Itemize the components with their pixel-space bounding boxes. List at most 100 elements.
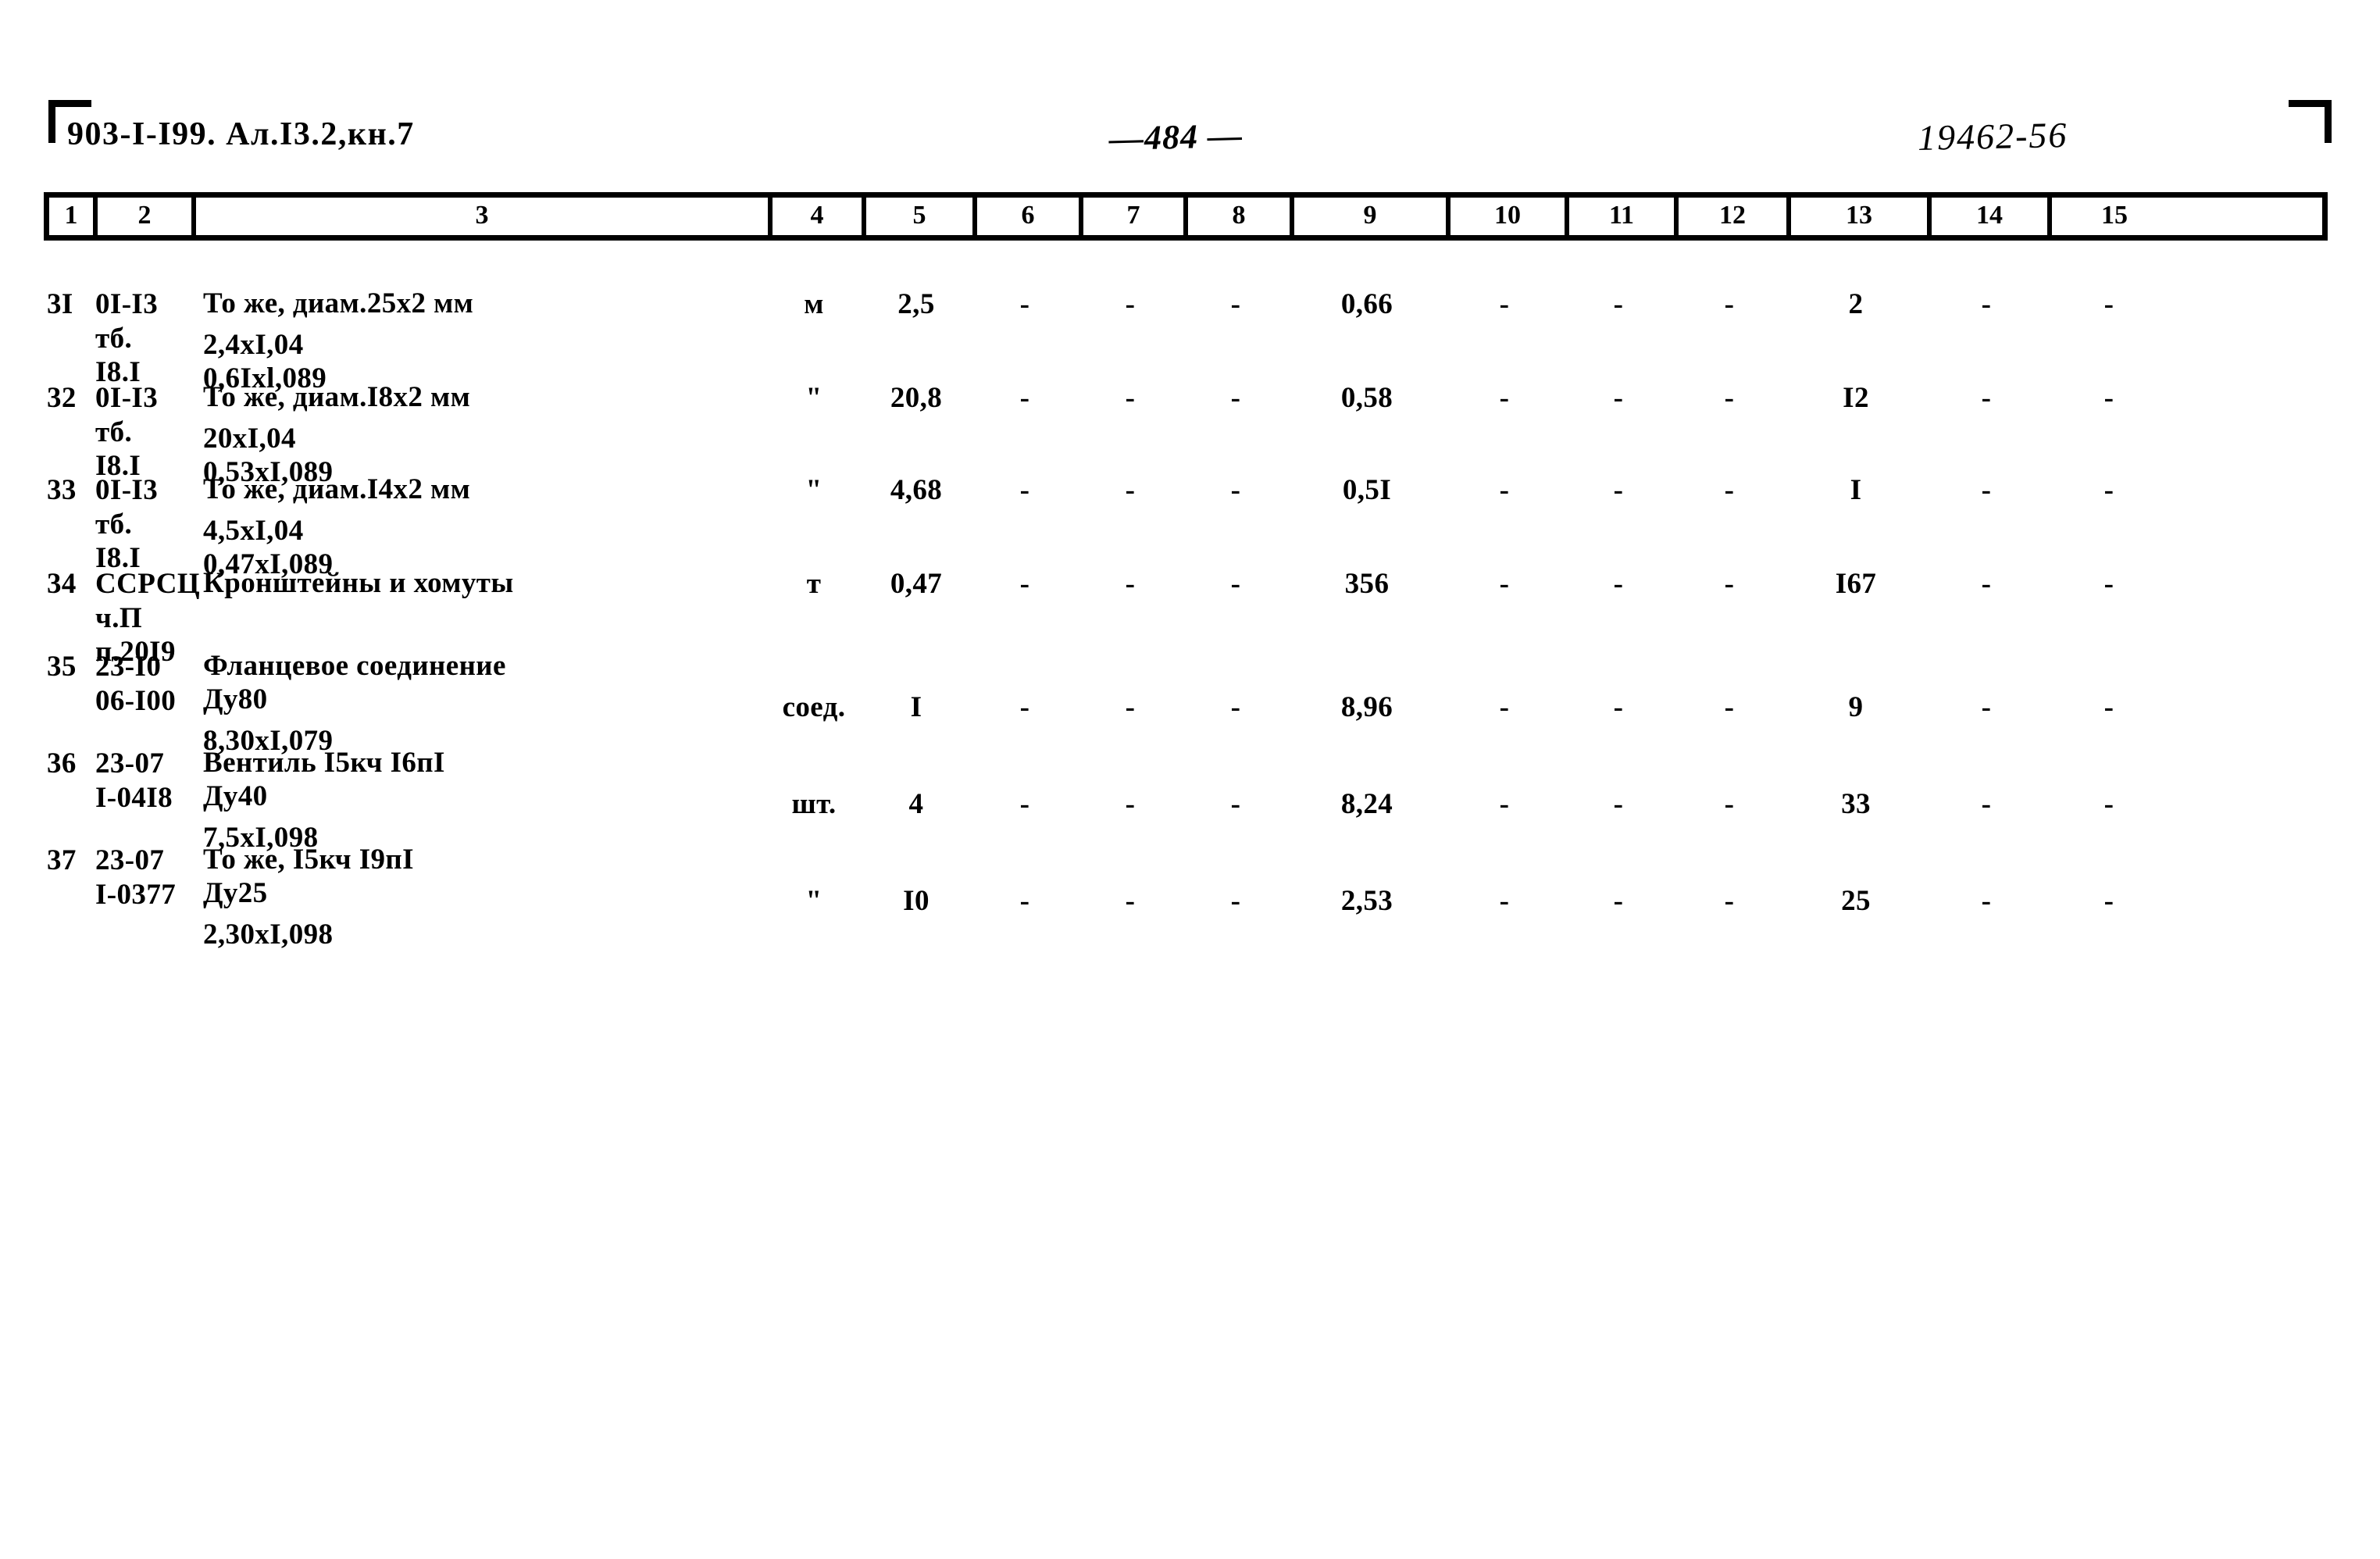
row-price-code: 0I-I3 тб. I8.I	[95, 288, 159, 389]
row-description-main: Вентиль I5кч I6пI Ду40	[203, 747, 445, 812]
row-col-8: -	[1230, 288, 1241, 320]
table-row: 37 23-07 I-0377 То же, I5кч I9пI Ду25 2,30х…	[44, 844, 2328, 952]
row-description: То же, I5кч I9пI Ду25 2,30хI,098	[191, 844, 767, 952]
page-number: —484 —	[1108, 116, 1244, 159]
row-col-15: -	[2103, 568, 2114, 600]
row-col-9: 2,53	[1340, 885, 1393, 917]
row-col-14: -	[1981, 691, 1992, 723]
row-number: 3I	[47, 288, 73, 320]
row-col-7: -	[1125, 382, 1136, 414]
row-col-9: 356	[1344, 568, 1390, 600]
row-number: 34	[47, 568, 77, 600]
corner-mark-top-right	[2289, 100, 2332, 143]
row-description: То же, диам.25х2 мм 2,4хI,04 0,6Iхl,089	[191, 287, 767, 396]
column-number-6: 6	[977, 198, 1083, 235]
row-description-main: То же, диам.I8х2 мм	[203, 381, 471, 413]
column-number-5: 5	[866, 198, 977, 235]
row-col-15: -	[2103, 691, 2114, 723]
row-col-8: -	[1230, 474, 1241, 506]
row-col-10: -	[1499, 474, 1510, 506]
row-description: Кронштейны и хомуты	[191, 567, 767, 601]
row-col-14: -	[1981, 382, 1992, 414]
row-col-14: -	[1981, 568, 1992, 600]
row-price-code: 23-07 I-04I8	[95, 747, 173, 814]
column-number-12: 12	[1679, 198, 1791, 235]
archive-code: 19462-56	[1917, 114, 2068, 159]
row-col-12: -	[1724, 474, 1735, 506]
table-row: 33 0I-I3 тб. I8.I То же, диам.I4х2 мм 4,5хI…	[44, 473, 2328, 582]
row-col-12: -	[1724, 382, 1735, 414]
row-col-12: -	[1724, 568, 1735, 600]
row-col-7: -	[1125, 885, 1136, 917]
row-unit: "	[805, 382, 822, 414]
row-col-10: -	[1499, 691, 1510, 723]
row-col-8: -	[1230, 885, 1241, 917]
row-col-15: -	[2103, 885, 2114, 917]
row-col-7: -	[1125, 474, 1136, 506]
column-number-3: 3	[196, 198, 773, 235]
row-price-code: 23-07 I-0377	[95, 844, 177, 911]
row-col-13: I67	[1835, 568, 1877, 600]
row-unit: "	[805, 885, 822, 917]
row-quantity: I	[910, 691, 922, 723]
row-price-code: 0I-I3 тб. I8.I	[95, 382, 159, 483]
row-description: Фланцевое соединение Ду80 8,30хI,079	[191, 650, 767, 758]
row-quantity: 4,68	[890, 474, 943, 506]
row-col-6: -	[1019, 474, 1030, 506]
row-number: 36	[47, 747, 77, 780]
row-col-12: -	[1724, 691, 1735, 723]
row-description-main: Кронштейны и хомуты	[203, 567, 514, 599]
row-col-15: -	[2103, 474, 2114, 506]
column-number-11: 11	[1569, 198, 1679, 235]
row-number: 33	[47, 474, 77, 506]
column-number-8: 8	[1188, 198, 1294, 235]
row-col-7: -	[1125, 788, 1136, 820]
row-col-8: -	[1230, 788, 1241, 820]
row-quantity: 2,5	[897, 288, 935, 320]
column-number-4: 4	[773, 198, 866, 235]
document-code: 903-I-I99. Ал.I3.2,кн.7	[67, 116, 415, 152]
row-col-8: -	[1230, 568, 1241, 600]
row-quantity: 0,47	[890, 568, 943, 600]
row-col-11: -	[1613, 885, 1624, 917]
row-col-11: -	[1613, 788, 1624, 820]
row-col-14: -	[1981, 885, 1992, 917]
column-number-7: 7	[1083, 198, 1188, 235]
table-row: 35 23-I0 06-I00 Фланцевое соединение Ду80 8…	[44, 650, 2328, 758]
row-col-9: 0,58	[1340, 382, 1393, 414]
row-col-6: -	[1019, 382, 1030, 414]
row-number: 35	[47, 651, 77, 683]
row-unit: соед.	[782, 691, 846, 723]
row-quantity: 4	[908, 788, 924, 820]
row-col-6: -	[1019, 788, 1030, 820]
row-description: То же, диам.I4х2 мм 4,5хI,04 0,47хI,089	[191, 473, 767, 582]
row-col-11: -	[1613, 474, 1624, 506]
table-column-header: 1 2 3 4 5 6 7 8 9 10 11 12 13 14 15	[44, 192, 2328, 241]
row-col-7: -	[1125, 568, 1136, 600]
row-col-9: 8,24	[1340, 788, 1393, 820]
row-col-9: 0,66	[1340, 288, 1393, 320]
row-col-15: -	[2103, 288, 2114, 320]
row-col-6: -	[1019, 568, 1030, 600]
row-col-11: -	[1613, 382, 1624, 414]
row-col-11: -	[1613, 288, 1624, 320]
row-description: Вентиль I5кч I6пI Ду40 7,5хI,098	[191, 747, 767, 855]
row-unit: м	[804, 288, 824, 320]
column-number-2: 2	[98, 198, 196, 235]
row-col-7: -	[1125, 691, 1136, 723]
table-row: 36 23-07 I-04I8 Вентиль I5кч I6пI Ду40 7,5х…	[44, 747, 2328, 855]
row-price-code: 0I-I3 тб. I8.I	[95, 474, 159, 575]
row-number: 37	[47, 844, 77, 876]
row-number: 32	[47, 382, 77, 414]
row-col-10: -	[1499, 568, 1510, 600]
row-col-13: 9	[1848, 691, 1864, 723]
column-number-1: 1	[49, 198, 98, 235]
row-unit: т	[806, 568, 822, 600]
column-number-14: 14	[1932, 198, 2052, 235]
row-col-12: -	[1724, 788, 1735, 820]
row-col-11: -	[1613, 568, 1624, 600]
